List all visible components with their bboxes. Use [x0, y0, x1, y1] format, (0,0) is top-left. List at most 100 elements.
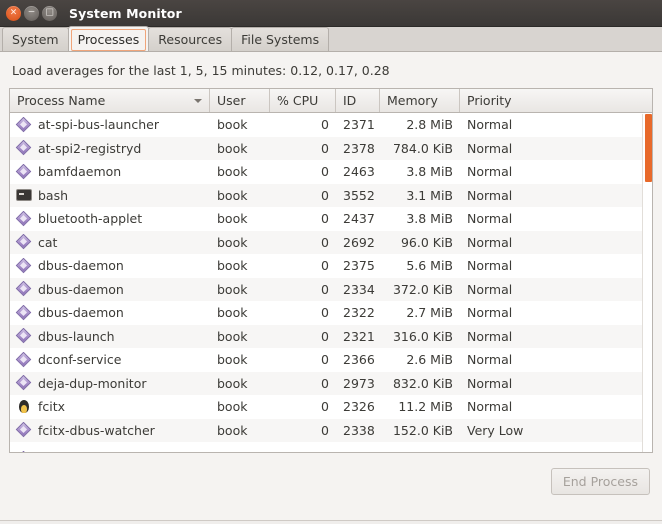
generic-process-icon — [16, 305, 32, 321]
cell-memory: 372.0 KiB — [392, 281, 453, 297]
cell-process-name: fcitx-dbus-watcher — [10, 422, 210, 438]
tab-file-systems[interactable]: File Systems — [231, 27, 330, 51]
cell-memory: 3.1 MiB — [406, 187, 453, 203]
minimize-button[interactable]: − — [24, 5, 39, 21]
cell-process-name: fcitx-qimpanel — [10, 451, 210, 452]
scrollbar-thumb[interactable] — [645, 114, 652, 182]
table-row[interactable]: fcitx-dbus-watcher book 0 2338 152.0 KiB Very… — [10, 418, 652, 442]
cell-cpu: 0 — [321, 211, 329, 227]
end-process-button[interactable]: End Process — [550, 468, 650, 495]
process-table: Process Name User % CPU ID Memory Priori… — [9, 88, 653, 453]
table-row[interactable]: dbus-launch book 0 2321 316.0 KiB Normal — [10, 324, 652, 348]
generic-process-icon — [16, 211, 32, 227]
cell-priority: Normal — [467, 117, 513, 133]
close-button[interactable]: × — [6, 5, 21, 21]
process-name-text: fcitx-qimpanel — [38, 451, 128, 452]
cell-process-name: dbus-launch — [10, 328, 210, 344]
tab-label: System — [12, 32, 59, 47]
cell-id: 2366 — [343, 352, 375, 368]
table-row[interactable]: dbus-daemon book 0 2334 372.0 KiB Normal — [10, 277, 652, 301]
cell-id: 2322 — [343, 305, 375, 321]
vertical-scrollbar[interactable] — [642, 114, 652, 452]
cell-priority: Normal — [467, 234, 513, 250]
terminal-icon — [16, 187, 32, 203]
cell-user: book — [217, 164, 248, 180]
cell-memory: 832.0 KiB — [392, 375, 453, 391]
cell-user: book — [217, 422, 248, 438]
generic-process-icon — [16, 422, 32, 438]
cell-user: book — [217, 187, 248, 203]
table-row[interactable]: dbus-daemon book 0 2322 2.7 MiB Normal — [10, 301, 652, 325]
tab-label: Resources — [158, 32, 223, 47]
cell-cpu: 0 — [321, 164, 329, 180]
column-header-process-name[interactable]: Process Name — [10, 89, 210, 112]
column-header-user[interactable]: User — [210, 89, 270, 112]
table-row[interactable]: deja-dup-monitor book 0 2973 832.0 KiB Normal — [10, 371, 652, 395]
table-row[interactable]: fcitx-qimpanel book 0 2342 4.6 MiB Norma… — [10, 447, 652, 452]
cell-id: 2692 — [343, 234, 375, 250]
cell-process-name: dbus-daemon — [10, 258, 210, 274]
column-label: Memory — [387, 93, 438, 108]
cell-memory: 316.0 KiB — [392, 328, 453, 344]
tab-resources[interactable]: Resources — [148, 27, 233, 51]
table-row[interactable]: dconf-service book 0 2366 2.6 MiB Normal — [10, 348, 652, 372]
cell-process-name: bamfdaemon — [10, 164, 210, 180]
cell-priority: Normal — [467, 375, 513, 391]
column-label: User — [217, 93, 246, 108]
process-name-text: bash — [38, 187, 69, 203]
cell-user: book — [217, 352, 248, 368]
cell-memory: 2.6 MiB — [406, 352, 453, 368]
cell-process-name: fcitx — [10, 399, 210, 415]
column-header-cpu[interactable]: % CPU — [270, 89, 336, 112]
cell-process-name: at-spi2-registryd — [10, 140, 210, 156]
tab-label: Processes — [77, 31, 140, 47]
cell-user: book — [217, 328, 248, 344]
maximize-button[interactable]: □ — [42, 5, 57, 21]
cell-cpu: 0 — [321, 117, 329, 133]
cell-user: book — [217, 399, 248, 415]
table-row[interactable]: dbus-daemon book 0 2375 5.6 MiB Normal — [10, 254, 652, 278]
tab-bar: System Processes Resources File Systems — [0, 26, 662, 52]
cell-process-name: at-spi-bus-launcher — [10, 117, 210, 133]
cell-id: 2338 — [343, 422, 375, 438]
cell-cpu: 0 — [321, 422, 329, 438]
cell-cpu: 0 — [321, 140, 329, 156]
cell-cpu: 0 — [321, 375, 329, 391]
table-row[interactable]: bamfdaemon book 0 2463 3.8 MiB Normal — [10, 160, 652, 184]
cell-priority: Normal — [467, 140, 513, 156]
table-row[interactable]: fcitx book 0 2326 11.2 MiB Normal — [10, 395, 652, 419]
table-row[interactable]: bash book 0 3552 3.1 MiB Normal — [10, 183, 652, 207]
cell-id: 2375 — [343, 258, 375, 274]
generic-process-icon — [16, 451, 32, 452]
generic-process-icon — [16, 375, 32, 391]
process-name-text: dbus-daemon — [38, 305, 124, 321]
process-name-text: deja-dup-monitor — [38, 375, 147, 391]
cell-id: 2334 — [343, 281, 375, 297]
cell-user: book — [217, 375, 248, 391]
penguin-icon — [16, 399, 32, 415]
cell-memory: 152.0 KiB — [392, 422, 453, 438]
table-row[interactable]: bluetooth-applet book 0 2437 3.8 MiB Normal — [10, 207, 652, 231]
table-row[interactable]: at-spi-bus-launcher book 0 2371 2.8 MiB Norma… — [10, 113, 652, 137]
column-header-id[interactable]: ID — [336, 89, 380, 112]
cell-memory: 96.0 KiB — [400, 234, 453, 250]
cell-priority: Very Low — [467, 422, 524, 438]
process-name-text: cat — [38, 234, 58, 250]
cell-user: book — [217, 140, 248, 156]
table-row[interactable]: at-spi2-registryd book 0 2378 784.0 KiB Norma… — [10, 136, 652, 160]
cell-memory: 3.8 MiB — [406, 164, 453, 180]
cell-process-name: dconf-service — [10, 352, 210, 368]
cell-user: book — [217, 234, 248, 250]
column-header-priority[interactable]: Priority — [460, 89, 652, 112]
generic-process-icon — [16, 117, 32, 133]
cell-cpu: 0 — [321, 328, 329, 344]
cell-priority: Normal — [467, 328, 513, 344]
load-averages-label: Load averages for the last 1, 5, 15 minu… — [12, 63, 390, 78]
column-header-memory[interactable]: Memory — [380, 89, 460, 112]
process-name-text: bluetooth-applet — [38, 211, 143, 227]
cell-process-name: deja-dup-monitor — [10, 375, 210, 391]
cell-id: 2973 — [343, 375, 375, 391]
tab-processes[interactable]: Processes — [67, 26, 150, 51]
tab-system[interactable]: System — [2, 27, 69, 51]
table-row[interactable]: cat book 0 2692 96.0 KiB Normal — [10, 230, 652, 254]
